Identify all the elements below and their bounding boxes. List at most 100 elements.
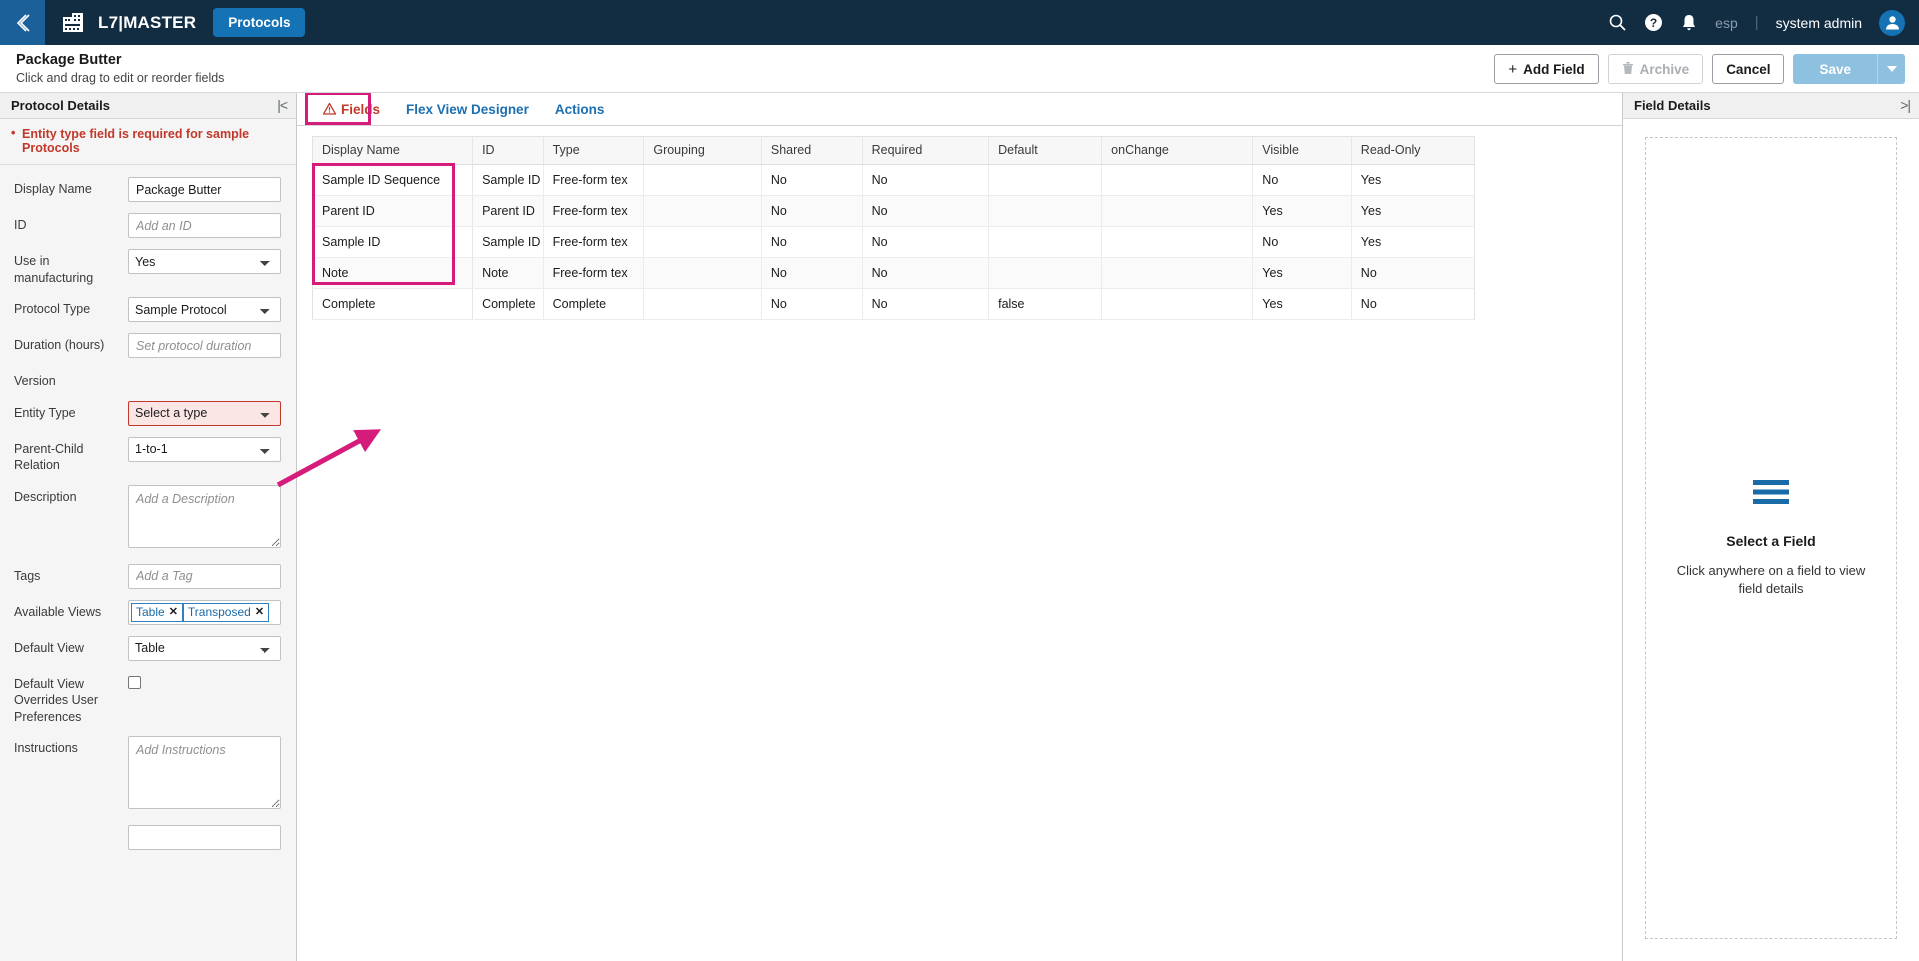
add-field-label: Add Field [1523, 61, 1585, 77]
use-in-manufacturing-select[interactable]: Yes [128, 249, 281, 274]
save-dropdown-toggle[interactable] [1877, 54, 1905, 84]
cell-visible: Yes [1252, 195, 1352, 227]
tab-flex-view-designer[interactable]: Flex View Designer [393, 93, 542, 126]
help-circle-icon[interactable]: ? [1644, 13, 1663, 32]
user-avatar-icon[interactable] [1879, 9, 1905, 36]
tab-actions[interactable]: Actions [542, 93, 618, 126]
tab-fields[interactable]: Fields [310, 93, 393, 126]
brand-title: L7|MASTER [98, 12, 197, 32]
id-input[interactable] [128, 213, 281, 238]
form-row-use-in-manufacturing: Use in manufacturing Yes [0, 249, 296, 286]
cell-shared: No [761, 164, 863, 196]
fields-table-header-row: Display Name ID Type Grouping Shared Req… [312, 136, 1475, 165]
page-header: Package Butter Click and drag to edit or… [0, 45, 1919, 93]
page-header-actions: + Add Field Archive Cancel Save [1494, 54, 1905, 84]
default-view-select[interactable]: Table [128, 635, 281, 661]
cell-onchange [1101, 288, 1254, 320]
column-header-grouping[interactable]: Grouping [643, 136, 762, 165]
cell-required: No [862, 226, 990, 258]
extra-input[interactable] [128, 825, 281, 850]
column-header-visible[interactable]: Visible [1252, 136, 1352, 165]
column-header-default[interactable]: Default [988, 136, 1103, 165]
page-subtitle: Click and drag to edit or reorder fields [16, 70, 225, 85]
cell-id: Sample ID [472, 226, 544, 258]
form-row-available-views: Available Views Table ✕ Transposed ✕ [0, 599, 296, 625]
cell-visible: No [1252, 164, 1352, 196]
warning-triangle-icon [323, 103, 336, 115]
collapse-left-icon[interactable]: |< [277, 97, 288, 113]
back-button[interactable] [0, 0, 45, 45]
cell-grouping [643, 164, 762, 196]
column-header-type[interactable]: Type [543, 136, 645, 165]
field-details-empty-title: Select a Field [1726, 533, 1816, 550]
cell-shared: No [761, 288, 863, 320]
column-header-display-name[interactable]: Display Name [312, 136, 474, 165]
search-icon[interactable] [1608, 13, 1627, 32]
top-navigation-bar: L7|MASTER Protocols ? esp | system admin [0, 0, 1919, 45]
chevron-left-icon [16, 13, 30, 32]
tab-bar: Fields Flex View Designer Actions [297, 93, 1622, 126]
table-row[interactable]: Note Note Free-form tex No No Yes No [312, 257, 1475, 289]
bell-icon[interactable] [1680, 13, 1698, 32]
top-nav-right-group: ? esp | system admin [1608, 0, 1905, 45]
tags-label: Tags [14, 568, 41, 583]
cell-onchange [1101, 226, 1254, 258]
instructions-label: Instructions [14, 741, 78, 755]
cancel-button[interactable]: Cancel [1712, 54, 1785, 84]
protocol-details-header: Protocol Details |< [0, 93, 296, 119]
close-icon[interactable]: ✕ [255, 605, 264, 618]
table-row[interactable]: Complete Complete Complete No No false Y… [312, 288, 1475, 320]
column-header-shared[interactable]: Shared [761, 136, 863, 165]
brand-area: L7|MASTER [61, 11, 196, 35]
cell-read-only: No [1351, 257, 1475, 289]
add-field-button[interactable]: + Add Field [1494, 54, 1599, 84]
archive-button[interactable]: Archive [1607, 54, 1704, 84]
close-icon[interactable]: ✕ [169, 605, 178, 618]
protocol-details-panel: Protocol Details |< Entity type field is… [0, 93, 297, 961]
cell-visible: Yes [1252, 257, 1352, 289]
cell-default: false [988, 288, 1103, 320]
form-row-description: Description [0, 484, 296, 553]
collapse-right-icon[interactable]: >| [1900, 97, 1911, 113]
view-chip-table[interactable]: Table ✕ [131, 602, 183, 622]
description-textarea[interactable] [128, 484, 281, 548]
protocols-nav-button[interactable]: Protocols [213, 8, 306, 37]
parent-child-relation-select[interactable]: 1-to-1 [128, 436, 281, 462]
cell-required: No [862, 288, 990, 320]
form-row-extra [0, 825, 296, 850]
entity-type-select[interactable]: Select a type [128, 400, 281, 426]
cell-display-name: Sample ID Sequence [312, 164, 474, 196]
table-row[interactable]: Sample ID Sequence Sample ID Free-form t… [312, 164, 1475, 196]
archive-label: Archive [1639, 61, 1690, 77]
display-name-input[interactable] [128, 177, 281, 202]
validation-error-bar: Entity type field is required for sample… [0, 119, 296, 165]
nav-separator: | [1754, 14, 1759, 31]
tags-input[interactable] [128, 563, 281, 589]
cell-read-only: Yes [1351, 164, 1475, 196]
duration-label: Duration (hours) [14, 338, 105, 352]
protocol-type-select[interactable]: Sample Protocol [128, 297, 281, 322]
column-header-id[interactable]: ID [472, 136, 544, 165]
default-view-overrides-checkbox[interactable] [128, 675, 141, 689]
user-name-label[interactable]: system admin [1776, 15, 1862, 31]
extra-label [14, 825, 128, 829]
cell-display-name: Complete [312, 288, 474, 320]
save-button[interactable]: Save [1793, 54, 1877, 84]
available-views-box[interactable]: Table ✕ Transposed ✕ [128, 599, 281, 625]
form-row-default-view-overrides: Default View Overrides User Preferences [0, 672, 296, 726]
instructions-textarea[interactable] [128, 736, 281, 809]
cell-type: Free-form tex [543, 257, 645, 289]
table-row[interactable]: Sample ID Sample ID Free-form tex No No … [312, 226, 1475, 258]
table-row[interactable]: Parent ID Parent ID Free-form tex No No … [312, 195, 1475, 227]
view-chip-transposed[interactable]: Transposed ✕ [182, 602, 270, 622]
cell-visible: No [1252, 226, 1352, 258]
column-header-read-only[interactable]: Read-Only [1351, 136, 1475, 165]
column-header-onchange[interactable]: onChange [1101, 136, 1254, 165]
fields-table-wrapper[interactable]: Display Name ID Type Grouping Shared Req… [297, 126, 1622, 961]
column-header-required[interactable]: Required [862, 136, 990, 165]
duration-input[interactable] [128, 333, 281, 358]
protocol-type-label: Protocol Type [14, 302, 91, 316]
cell-display-name: Parent ID [312, 195, 474, 227]
field-details-empty-subtitle: Click anywhere on a field to view field … [1676, 563, 1866, 596]
cell-grouping [643, 226, 762, 258]
